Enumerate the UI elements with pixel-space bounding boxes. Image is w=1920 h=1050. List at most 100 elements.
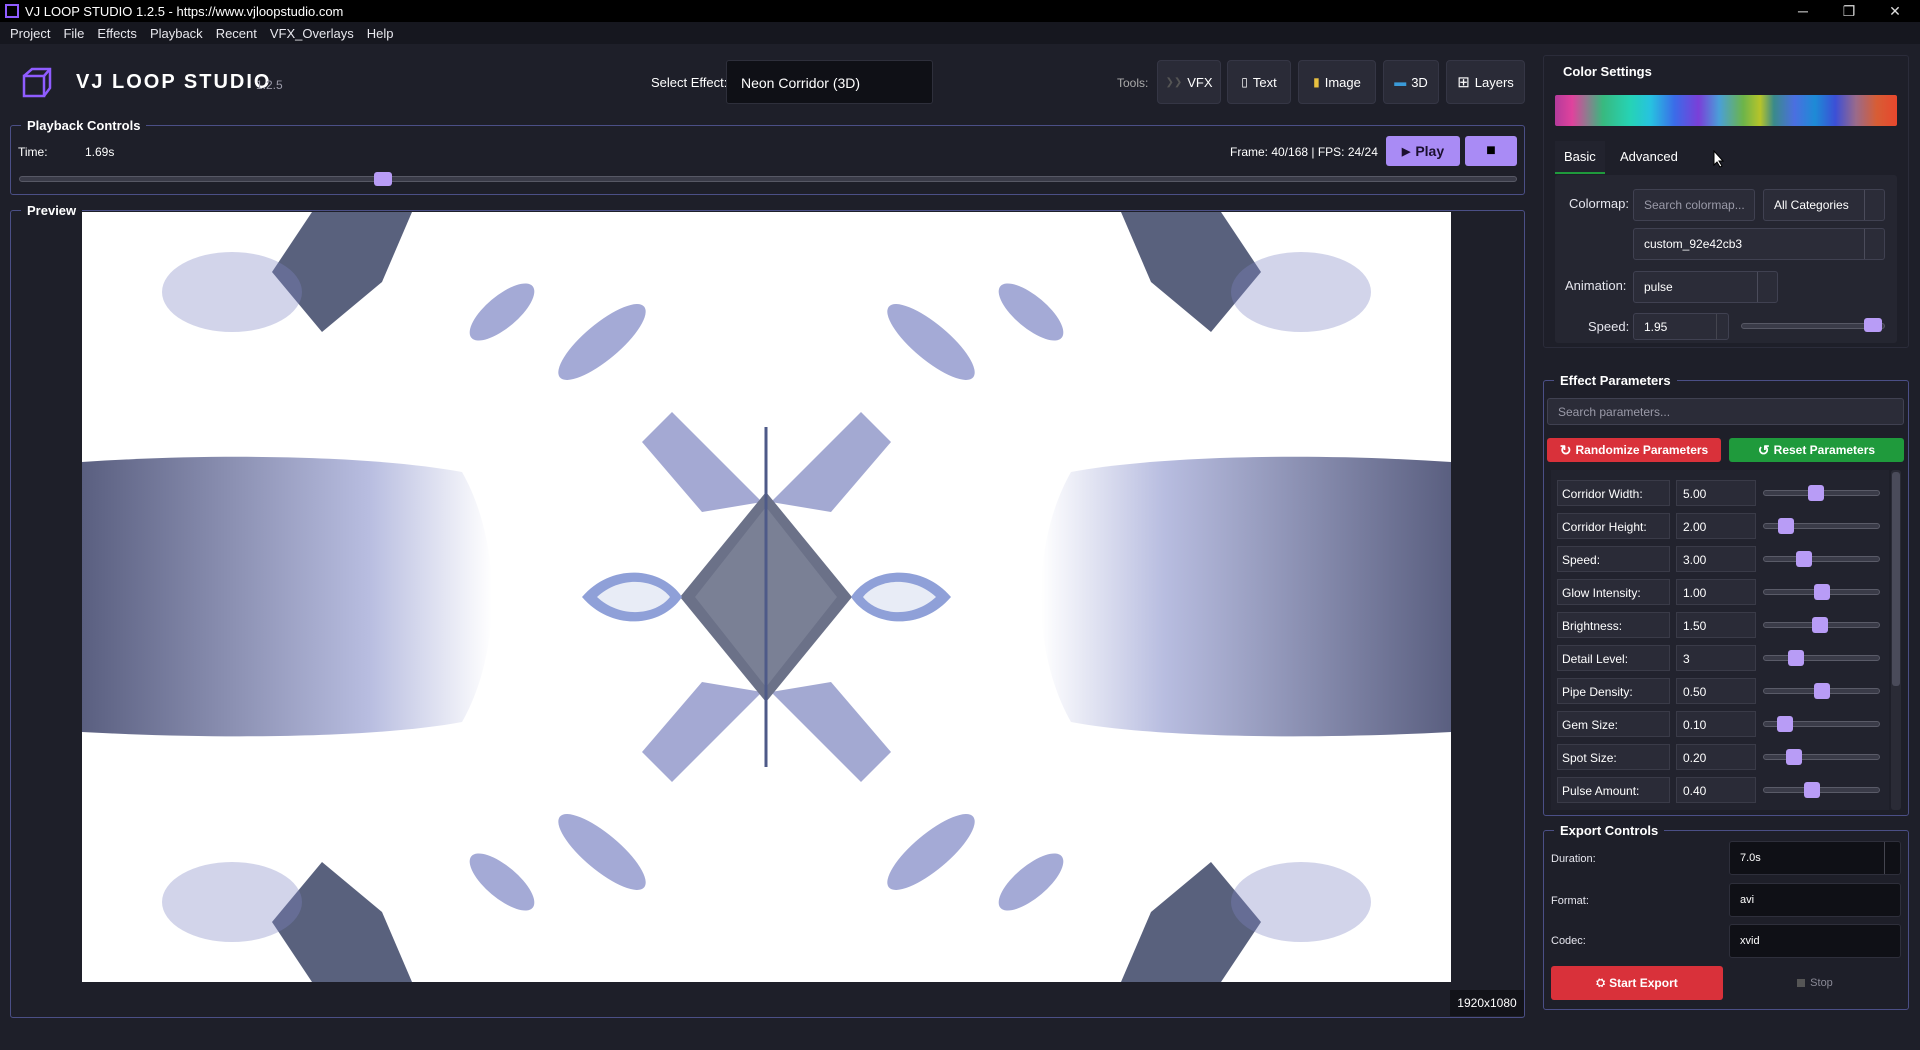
tool-vfx-button[interactable]: ❯❯ VFX [1157,60,1221,104]
start-export-label: Start Export [1609,976,1678,990]
play-label: Play [1415,143,1445,159]
tool-layers-label: Layers [1474,74,1514,90]
menu-playback[interactable]: Playback [150,26,203,41]
tool-image-button[interactable]: ▮ Image [1298,60,1376,104]
colormap-gradient-preview [1555,95,1897,126]
menu-vfx-overlays[interactable]: VFX_Overlays [270,26,354,41]
app-header: VJ LOOP STUDIO 1.2.5 Select Effect: Neon… [0,44,1535,120]
logo-cube-icon [22,67,52,98]
parameter-slider-track[interactable] [1763,655,1880,661]
duration-spinbox[interactable]: 7.0s [1729,841,1901,875]
select-effect-label: Select Effect: [651,75,728,90]
start-export-button[interactable]: ⛭ Start Export [1551,966,1723,1000]
menu-bar: Project File Effects Playback Recent VFX… [0,22,1920,44]
parameter-row: Corridor Width: 5.00 [1557,480,1884,506]
parameter-value-spinbox[interactable]: 0.20 [1676,744,1756,770]
category-select[interactable]: All Categories [1763,189,1885,221]
parameter-value-spinbox[interactable]: 5.00 [1676,480,1756,506]
parameter-search-input[interactable]: Search parameters... [1547,398,1904,425]
stop-export-button[interactable]: Stop [1729,966,1901,1000]
menu-file[interactable]: File [63,26,84,41]
mouse-cursor-icon [1713,150,1725,168]
stop-icon: ■ [1486,142,1496,159]
parameter-scrollbar[interactable] [1891,470,1901,810]
parameter-slider-handle[interactable] [1788,650,1805,666]
time-value: 1.69s [85,145,115,159]
close-button[interactable]: ✕ [1872,0,1918,22]
parameter-label: Brightness: [1557,612,1670,638]
parameter-slider-track[interactable] [1763,556,1880,562]
animation-value: pulse [1644,280,1673,294]
codec-label: Codec: [1551,935,1586,947]
parameter-value-spinbox[interactable]: 1.00 [1676,579,1756,605]
parameter-row: Speed: 3.00 [1557,546,1884,572]
play-button[interactable]: ▶ Play [1386,136,1460,166]
tool-layers-button[interactable]: ⊞ Layers [1446,60,1525,104]
parameter-row: Detail Level: 3 [1557,645,1884,671]
reset-label: Reset Parameters [1773,443,1876,457]
tools-label: Tools: [1117,76,1149,90]
format-select[interactable]: avi [1729,883,1901,917]
effect-parameters-title: Effect Parameters [1554,373,1677,388]
tool-text-button[interactable]: ▯ Text [1227,60,1291,104]
parameter-slider-handle[interactable] [1778,518,1795,534]
parameter-value-spinbox[interactable]: 2.00 [1676,513,1756,539]
brand-name: VJ LOOP STUDIO [76,71,272,93]
colormap-label: Colormap: [1569,196,1629,211]
kaleidoscope-image [82,212,1451,982]
parameter-slider-handle[interactable] [1812,617,1829,633]
tab-advanced[interactable]: Advanced [1611,141,1687,174]
parameter-slider-handle[interactable] [1813,683,1830,699]
spinner-arrows-icon [1884,842,1900,874]
color-speed-spinbox[interactable]: 1.95 [1633,313,1729,340]
menu-help[interactable]: Help [367,26,394,41]
parameter-value-spinbox[interactable]: 0.10 [1676,711,1756,737]
reset-parameters-button[interactable]: ↺ Reset Parameters [1729,438,1904,462]
colormap-search-input[interactable]: Search colormap... [1633,189,1755,221]
parameter-slider-handle[interactable] [1813,584,1830,600]
effect-select[interactable]: Neon Corridor (3D) [726,60,933,104]
timeline-handle[interactable] [374,172,393,186]
restore-button[interactable]: ❐ [1826,0,1872,22]
tool-image-label: Image [1324,74,1361,90]
parameter-slider-handle[interactable] [1786,749,1803,765]
parameter-slider-track[interactable] [1763,787,1880,793]
chevron-down-icon [1864,229,1884,259]
parameter-scrollbar-handle[interactable] [1892,472,1900,686]
parameter-slider-track[interactable] [1763,754,1880,760]
timeline-track[interactable] [19,176,1517,182]
animation-select[interactable]: pulse [1633,271,1778,303]
parameter-row: Gem Size: 0.10 [1557,711,1884,737]
randomize-parameters-button[interactable]: ↻ Randomize Parameters [1547,438,1721,462]
preview-title: Preview [21,203,83,218]
minimize-button[interactable]: ─ [1780,0,1826,22]
color-speed-slider-track[interactable] [1741,323,1885,329]
duration-label: Duration: [1551,853,1596,865]
parameter-slider-handle[interactable] [1808,485,1825,501]
parameter-row: Brightness: 1.50 [1557,612,1884,638]
parameter-label: Glow Intensity: [1557,579,1670,605]
parameter-slider-handle[interactable] [1804,782,1821,798]
color-speed-slider-handle[interactable] [1864,318,1883,332]
colormap-select[interactable]: custom_92e42cb3 [1633,228,1885,260]
parameter-slider-handle[interactable] [1796,551,1813,567]
stop-playback-button[interactable]: ■ [1465,136,1517,166]
playback-panel: Playback Controls Time: 1.69s Frame: 40/… [10,118,1525,195]
parameter-value-spinbox[interactable]: 1.50 [1676,612,1756,638]
parameter-slider-handle[interactable] [1777,716,1794,732]
tab-basic-label: Basic [1564,149,1596,164]
tab-basic[interactable]: Basic [1555,141,1605,174]
resolution-label: 1920x1080 [1450,990,1524,1016]
window-title: VJ LOOP STUDIO 1.2.5 - https://www.vjloo… [25,3,344,19]
parameter-value-spinbox[interactable]: 0.50 [1676,678,1756,704]
menu-recent[interactable]: Recent [216,26,257,41]
parameter-value-spinbox[interactable]: 3.00 [1676,546,1756,572]
text-doc-icon: ▯ [1241,75,1248,89]
menu-effects[interactable]: Effects [97,26,137,41]
parameter-value-spinbox[interactable]: 0.40 [1676,777,1756,803]
frame-info: Frame: 40/168 | FPS: 24/24 [1230,145,1378,159]
menu-project[interactable]: Project [10,26,50,41]
codec-select[interactable]: xvid [1729,924,1901,958]
tool-3d-button[interactable]: ▬ 3D [1383,60,1439,104]
parameter-value-spinbox[interactable]: 3 [1676,645,1756,671]
